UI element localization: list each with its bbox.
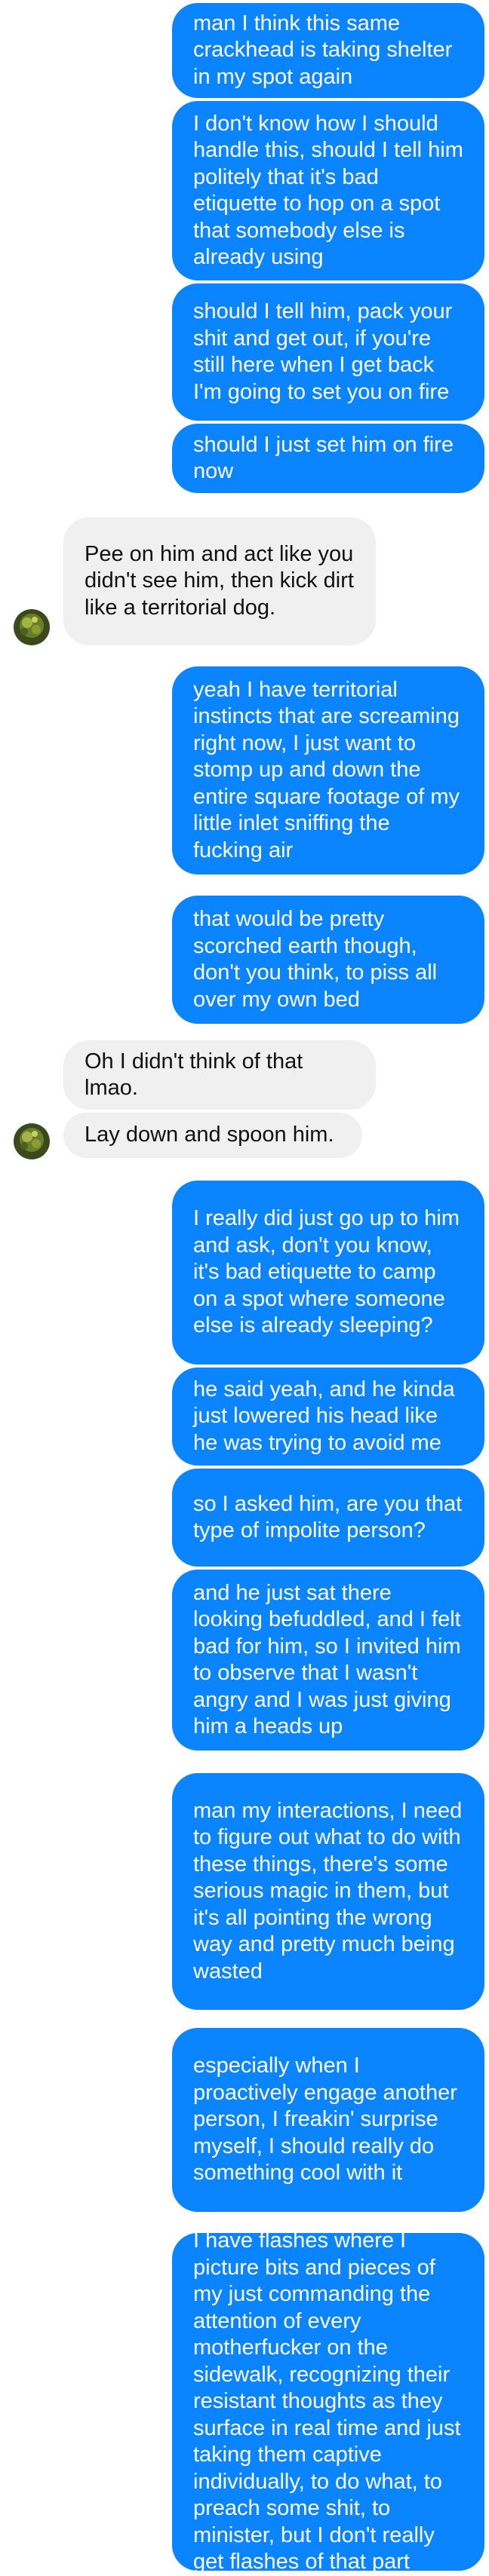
message-text: Lay down and spoon him. bbox=[85, 1123, 334, 1147]
message-text: especially when I proactively engage ano… bbox=[193, 2054, 457, 2185]
message-text: yeah I have territorial instincts that a… bbox=[193, 677, 460, 862]
message-text: I really did just go up to him and ask, … bbox=[193, 1206, 460, 1338]
incoming-message-bubble[interactable]: Lay down and spoon him. bbox=[63, 1113, 362, 1158]
message-text: and he just sat there looking befuddled,… bbox=[193, 1580, 461, 1739]
message-text: man my interactions, I need to figure ou… bbox=[193, 1798, 463, 1983]
outgoing-message-bubble[interactable]: so I asked him, are you that type of imp… bbox=[172, 1469, 484, 1567]
message-text: I don't know how I should handle this, s… bbox=[193, 111, 463, 270]
message-text: man I think this same crackhead is takin… bbox=[193, 11, 453, 89]
message-text: should I tell him, pack your shit and ge… bbox=[193, 299, 453, 404]
outgoing-message-bubble[interactable]: especially when I proactively engage ano… bbox=[172, 2028, 484, 2212]
message-text: that would be pretty scorched earth thou… bbox=[193, 907, 438, 1012]
message-text: I have flashes where I picture bits and … bbox=[193, 2228, 461, 2574]
incoming-message-bubble[interactable]: Pee on him and act like you didn't see h… bbox=[63, 517, 376, 645]
message-text: should I just set him on fire now bbox=[193, 432, 454, 484]
message-text: so I asked him, are you that type of imp… bbox=[193, 1491, 463, 1543]
outgoing-message-bubble[interactable]: should I tell him, pack your shit and ge… bbox=[172, 283, 484, 421]
contact-avatar-icon[interactable] bbox=[14, 609, 50, 645]
outgoing-message-bubble[interactable]: that would be pretty scorched earth thou… bbox=[172, 896, 484, 1024]
outgoing-message-bubble[interactable]: should I just set him on fire now bbox=[172, 424, 484, 493]
outgoing-message-bubble[interactable]: I really did just go up to him and ask, … bbox=[172, 1181, 484, 1365]
message-text: Pee on him and act like you didn't see h… bbox=[85, 541, 354, 620]
contact-avatar-icon[interactable] bbox=[14, 1123, 50, 1159]
outgoing-message-bubble[interactable]: I don't know how I should handle this, s… bbox=[172, 101, 484, 280]
avatar-image bbox=[14, 1123, 50, 1159]
outgoing-message-bubble[interactable]: yeah I have territorial instincts that a… bbox=[172, 666, 484, 874]
avatar-image bbox=[14, 609, 50, 645]
outgoing-message-bubble[interactable]: he said yeah, and he kinda just lowered … bbox=[172, 1368, 484, 1466]
message-text: Oh I didn't think of that lmao. bbox=[85, 1049, 303, 1101]
message-text: he said yeah, and he kinda just lowered … bbox=[193, 1377, 455, 1455]
incoming-message-bubble[interactable]: Oh I didn't think of that lmao. bbox=[63, 1040, 376, 1110]
outgoing-message-bubble[interactable]: man I think this same crackhead is takin… bbox=[172, 3, 484, 98]
outgoing-message-bubble[interactable]: man my interactions, I need to figure ou… bbox=[172, 1773, 484, 2010]
outgoing-message-bubble[interactable]: I have flashes where I picture bits and … bbox=[172, 2228, 484, 2574]
outgoing-message-bubble[interactable]: and he just sat there looking befuddled,… bbox=[172, 1570, 484, 1751]
